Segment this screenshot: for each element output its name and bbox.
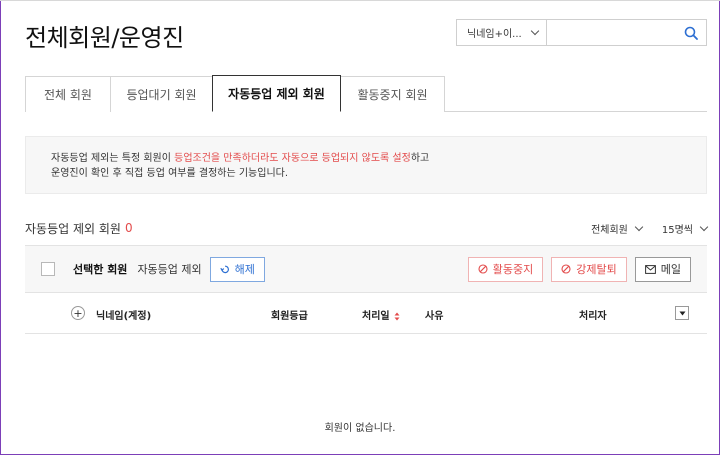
tab-suspended-members[interactable]: 활동중지 회원 (340, 76, 445, 112)
search-input[interactable] (547, 20, 676, 45)
selected-sub-label: 자동등업 제외 (137, 263, 202, 276)
expel-label: 강제탈퇴 (576, 263, 617, 276)
info-text: 하고 (410, 153, 430, 164)
mail-label: 메일 (660, 263, 681, 276)
search-button[interactable] (676, 20, 706, 45)
info-line-1: 자동등업 제외는 특정 회원이 등업조건을 만족하더라도 자동으로 등업되지 않… (51, 151, 706, 166)
search-type-value: 닉네임+이... (467, 29, 522, 40)
member-filter-dropdown[interactable]: 전체회원 (591, 221, 644, 236)
per-page-value: 15명씩 (661, 224, 693, 236)
select-all-checkbox[interactable] (41, 262, 55, 276)
release-label: 해제 (234, 263, 255, 276)
chevron-down-icon (634, 222, 644, 231)
chevron-down-icon (699, 222, 709, 231)
search-bar: 닉네임+이... (456, 19, 707, 46)
ban-icon (478, 264, 488, 274)
table-header: + 닉네임(계정) 회원등급 처리일 사유 처리자 (25, 293, 707, 334)
tab-label: 자동등업 제외 회원 (228, 87, 325, 101)
expel-button[interactable]: 강제탈퇴 (551, 256, 627, 282)
list-label: 자동등업 제외 회원 (25, 221, 121, 236)
tab-label: 활동중지 회원 (357, 88, 428, 102)
page-title: 전체회원/운영진 (25, 24, 184, 52)
search-type-select[interactable]: 닉네임+이... (457, 20, 547, 45)
top-divider (0, 0, 720, 1)
tab-all-members[interactable]: 전체 회원 (25, 76, 111, 112)
info-line-2: 운영진이 확인 후 직접 등업 여부를 결정하는 기능입니다. (51, 168, 289, 179)
column-nickname: 닉네임(계정) (96, 311, 152, 322)
column-options-toggle[interactable] (675, 306, 689, 320)
info-text: 자동등업 제외는 특정 회원이 (51, 153, 175, 164)
column-processor: 처리자 (579, 311, 607, 322)
list-count: 0 (124, 221, 133, 235)
column-reason: 사유 (425, 311, 444, 322)
selected-label: 선택한 회원 (73, 263, 128, 276)
chevron-down-icon (530, 26, 540, 36)
tab-label: 등업대기 회원 (126, 88, 197, 102)
list-count-row: 자동등업 제외 회원 0 전체회원 15명씩 (25, 219, 709, 237)
mail-button[interactable]: 메일 (634, 256, 691, 282)
suspend-button[interactable]: 활동중지 (467, 256, 544, 282)
list-filters: 전체회원 15명씩 (591, 221, 709, 236)
tab-pending-members[interactable]: 등업대기 회원 (110, 76, 213, 112)
tab-label: 전체 회원 (44, 88, 92, 102)
action-bar: 선택한 회원 자동등업 제외 해제 활동중지 강제탈퇴 메일 (25, 245, 707, 293)
info-highlight: 등업조건을 만족하더라도 자동으로 등업되지 않도록 설정 (174, 153, 411, 164)
undo-icon (219, 265, 229, 274)
column-label: 처리일 (362, 311, 390, 322)
tab-auto-exclude-members[interactable]: 자동등업 제외 회원 (212, 75, 341, 112)
caret-down-icon (679, 311, 685, 315)
info-box: 자동등업 제외는 특정 회원이 등업조건을 만족하더라도 자동으로 등업되지 않… (25, 136, 707, 194)
ban-icon (561, 264, 571, 274)
per-page-dropdown[interactable]: 15명씩 (661, 221, 709, 236)
column-grade: 회원등급 (271, 311, 308, 322)
release-button[interactable]: 해제 (209, 256, 265, 282)
empty-message: 회원이 없습니다. (324, 423, 396, 434)
plus-icon[interactable]: + (71, 306, 85, 320)
member-filter-value: 전체회원 (591, 224, 628, 236)
search-icon (684, 26, 698, 40)
suspend-label: 활동중지 (492, 263, 534, 276)
action-buttons: 활동중지 강제탈퇴 메일 (467, 256, 691, 282)
column-processed-date[interactable]: 처리일 (362, 307, 400, 322)
mail-icon (644, 264, 656, 274)
sort-icon (394, 312, 400, 320)
member-tabs: 전체 회원 등업대기 회원 자동등업 제외 회원 활동중지 회원 (25, 75, 707, 112)
